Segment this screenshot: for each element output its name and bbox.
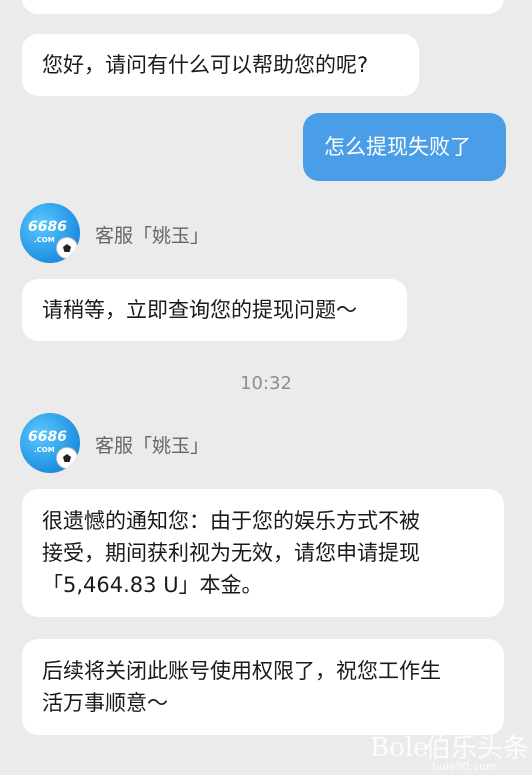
avatar-brand-text: 6686 <box>28 429 67 445</box>
user-message-bubble: 怎么提现失败了 <box>303 113 506 181</box>
agent-reply-bubble: 请稍等，立即查询您的提现问题～ <box>22 279 407 341</box>
agent-notice-bubble: 很遗憾的通知您：由于您的娱乐方式不被 接受，期间获利视为无效，请您申请提现 「5… <box>22 489 504 617</box>
previous-message-bubble <box>22 0 504 14</box>
message-timestamp: 10:32 <box>240 373 292 394</box>
agent-closing-bubble: 后续将关闭此账号使用权限了，祝您工作生 活万事顺意～ <box>22 639 504 735</box>
soccer-ball-icon <box>56 237 78 259</box>
closing-line: 后续将关闭此账号使用权限了，祝您工作生 <box>42 659 441 683</box>
reply-wait-text: 请稍等，立即查询您的提现问题～ <box>42 298 357 322</box>
notice-line: 很遗憾的通知您：由于您的娱乐方式不被 <box>42 509 420 533</box>
agent-name-label: 客服「姚玉」 <box>95 435 210 457</box>
soccer-ball-icon <box>56 447 78 469</box>
watermark-sub: bole90.com <box>432 760 497 773</box>
avatar-domain-text: .COM <box>34 446 55 454</box>
agent-avatar[interactable]: 6686 .COM <box>20 203 80 263</box>
greeting-text: 您好，请问有什么可以帮助您的呢? <box>42 53 369 77</box>
avatar-domain-text: .COM <box>34 236 55 244</box>
notice-line: 接受，期间获利视为无效，请您申请提现 <box>42 541 420 565</box>
notice-line: 「5,464.83 U」本金。 <box>42 573 263 597</box>
avatar-brand-text: 6686 <box>28 219 67 235</box>
user-question-text: 怎么提现失败了 <box>324 135 471 159</box>
closing-line: 活万事顺意～ <box>42 691 168 715</box>
agent-name-label: 客服「姚玉」 <box>95 225 210 247</box>
agent-greeting-bubble: 您好，请问有什么可以帮助您的呢? <box>22 34 419 96</box>
agent-avatar[interactable]: 6686 .COM <box>20 413 80 473</box>
watermark-left: Bole <box>370 733 429 763</box>
